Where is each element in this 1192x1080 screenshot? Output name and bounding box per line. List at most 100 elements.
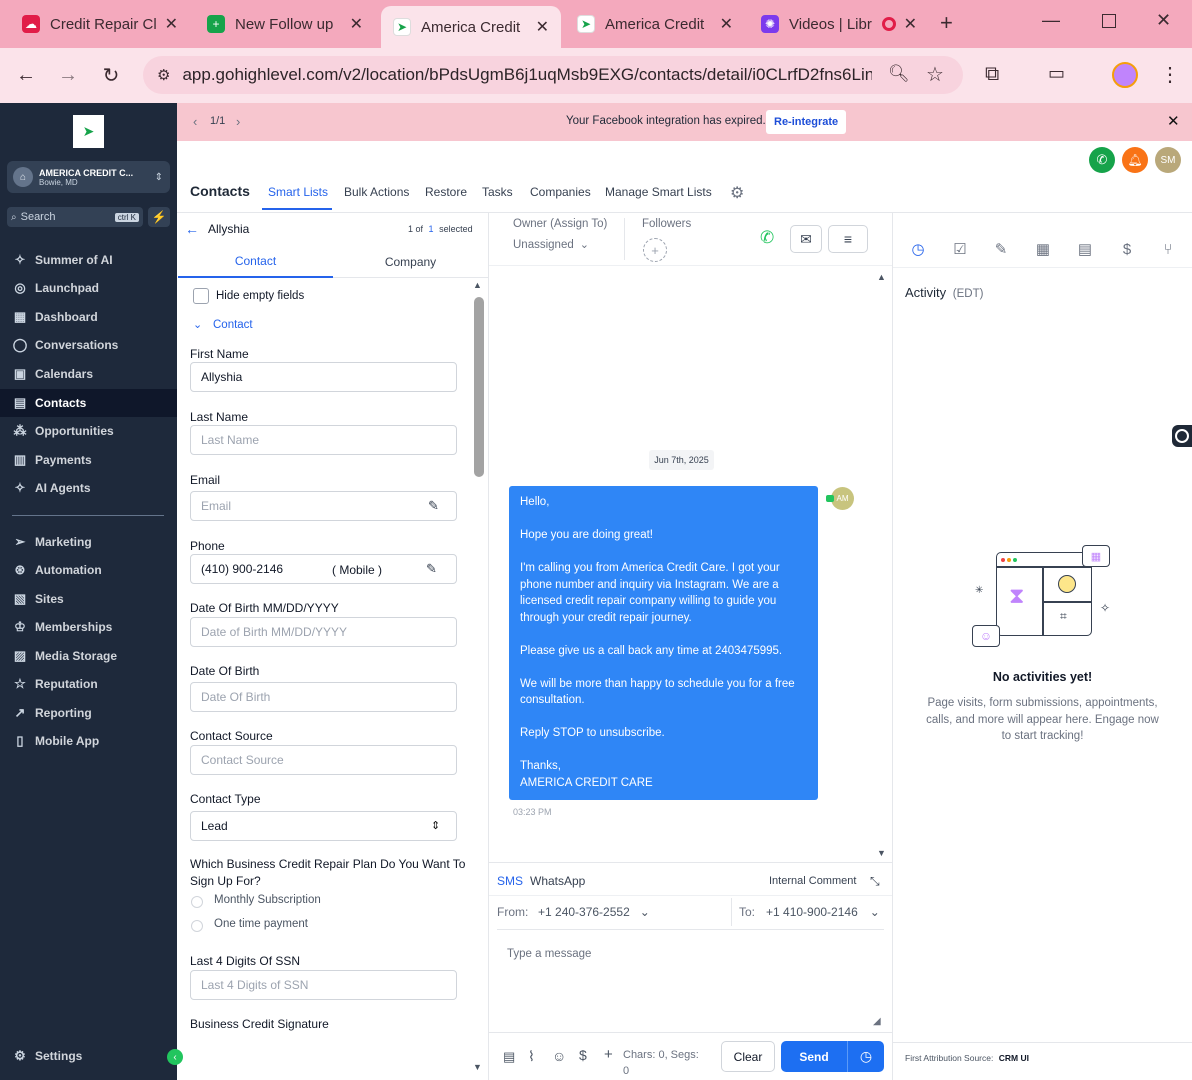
sidebar-item-media-storage[interactable]: ▨ Media Storage (0, 642, 177, 670)
template-icon[interactable]: ▤ (503, 1049, 515, 1065)
collapse-sidebar-icon[interactable]: ‹ (167, 1049, 183, 1065)
chevron-left-icon[interactable]: ‹ (193, 114, 197, 129)
phone-icon[interactable]: ✆ (1089, 147, 1115, 173)
tab-search-icon[interactable]: ▭ (1048, 63, 1065, 84)
pencil-icon[interactable]: ✎ (426, 561, 437, 577)
scroll-up-arrow[interactable]: ▲ (877, 272, 886, 282)
channel-sms[interactable]: SMS (497, 874, 523, 888)
browser-tab-videos[interactable]: ✺ Videos | Libr ✕ (749, 8, 929, 40)
sidebar-item-settings[interactable]: ⚙ Settings (0, 1042, 177, 1070)
browser-tab-credit-repair[interactable]: ☁ Credit Repair Cl ✕ (10, 8, 190, 40)
calendar-icon[interactable]: ▦ (1034, 240, 1052, 258)
contact-scrollbar-thumb[interactable] (474, 297, 484, 477)
tasks-check-icon[interactable]: ☑ (951, 240, 969, 258)
scroll-down-arrow[interactable]: ▼ (877, 848, 886, 858)
tab-manage-smart-lists[interactable]: Manage Smart Lists (605, 185, 712, 199)
tab-tasks[interactable]: Tasks (482, 185, 513, 199)
add-plus-icon[interactable]: + (604, 1046, 613, 1063)
minimize-icon[interactable]: — (1042, 10, 1060, 31)
tab-bulk-actions[interactable]: Bulk Actions (344, 185, 409, 199)
plan-radio-one-time[interactable] (191, 920, 203, 932)
browser-menu-icon[interactable]: ⋮ (1160, 62, 1180, 87)
search-input[interactable]: ⌕ Search ctrl K (7, 207, 143, 227)
sidebar-item-summer-of-ai[interactable]: ✧ Summer of AI (0, 246, 177, 274)
sidebar-item-memberships[interactable]: ♔ Memberships (0, 613, 177, 641)
hide-empty-checkbox[interactable] (193, 288, 209, 304)
emoji-icon[interactable]: ☺ (552, 1048, 566, 1064)
sidebar-item-conversations[interactable]: ◯ Conversations (0, 331, 177, 359)
browser-tab-follow-up[interactable]: + New Follow up ✕ (195, 8, 375, 40)
reload-icon[interactable]: ↻ (93, 57, 129, 93)
sidebar-item-dashboard[interactable]: ▦ Dashboard (0, 303, 177, 331)
tab-companies[interactable]: Companies (530, 185, 591, 199)
close-icon[interactable]: ✕ (720, 14, 733, 34)
sidebar-item-launchpad[interactable]: ◎ Launchpad (0, 274, 177, 302)
browser-tab-america-credit[interactable]: ➤ America Credit ✕ (565, 8, 745, 40)
sidebar-item-calendars[interactable]: ▣ Calendars (0, 360, 177, 388)
dob-field[interactable]: Date Of Birth (190, 682, 457, 712)
close-banner-icon[interactable]: ✕ (1167, 112, 1180, 130)
plan-radio-monthly[interactable] (191, 896, 203, 908)
sidebar-item-reputation[interactable]: ☆ Reputation (0, 670, 177, 698)
extensions-icon[interactable]: ⧉ (985, 63, 999, 86)
address-bar[interactable]: ⚙ app.gohighlevel.com/v2/location/bPdsUg… (143, 56, 963, 94)
send-button[interactable]: Send (781, 1041, 847, 1072)
last-name-field[interactable]: Last Name (190, 425, 457, 455)
email-envelope-icon[interactable]: ✉ (790, 225, 822, 253)
owner-dropdown[interactable]: Unassigned ⌄ (513, 238, 589, 252)
back-arrow-icon[interactable]: ← (185, 221, 199, 237)
tab-smart-lists[interactable]: Smart Lists (268, 185, 328, 199)
first-name-field[interactable]: Allyshia (190, 362, 457, 392)
attachment-icon[interactable]: ⌇ (528, 1048, 535, 1065)
internal-comment[interactable]: Internal Comment (769, 875, 856, 887)
schedule-clock-icon[interactable]: ◷ (847, 1041, 884, 1072)
bookmark-star-icon[interactable]: ☆ (926, 62, 944, 87)
sidebar-item-payments[interactable]: ▥ Payments (0, 446, 177, 474)
sidebar-item-contacts[interactable]: ▤ Contacts (0, 389, 177, 417)
back-arrow-icon[interactable]: ← (8, 57, 44, 93)
contact-type-select[interactable]: Lead ⇕ (190, 811, 457, 841)
sidebar-item-reporting[interactable]: ↗ Reporting (0, 699, 177, 727)
tab-restore[interactable]: Restore (425, 185, 467, 199)
filter-icon[interactable]: ≡ (828, 225, 868, 253)
message-input[interactable]: Type a message ◢ (497, 936, 884, 1029)
tab-contact[interactable]: Contact (178, 246, 333, 278)
sidebar-item-mobile-app[interactable]: ▯ Mobile App (0, 727, 177, 755)
section-contact[interactable]: Contact (213, 319, 253, 331)
zoom-icon[interactable]: 🔍︎ (888, 64, 910, 84)
profile-avatar[interactable] (1112, 62, 1138, 88)
workflow-icon[interactable]: ⑂ (1159, 240, 1177, 258)
ssn-field[interactable]: Last 4 Digits of SSN (190, 970, 457, 1000)
sidebar-item-opportunities[interactable]: ⁂ Opportunities (0, 417, 177, 445)
activity-clock-icon[interactable]: ◷ (909, 240, 927, 258)
from-number-select[interactable]: +1 240-376-2552 ⌄ (538, 905, 650, 919)
close-icon[interactable]: ✕ (165, 14, 178, 34)
contact-source-field[interactable]: Contact Source (190, 745, 457, 775)
reintegrate-button[interactable]: Re-integrate (766, 110, 847, 134)
close-icon[interactable]: ✕ (904, 14, 917, 34)
new-tab-plus-icon[interactable]: + (940, 10, 953, 36)
dollar-icon[interactable]: $ (579, 1047, 587, 1063)
document-icon[interactable]: ▤ (1076, 240, 1094, 258)
close-icon[interactable]: ✕ (536, 17, 549, 37)
dob-mmddyyyy-field[interactable]: Date of Birth MM/DD/YYYY (190, 617, 457, 647)
to-number-select[interactable]: +1 410-900-2146 ⌄ (766, 905, 880, 919)
call-phone-icon[interactable]: ✆ (760, 228, 774, 248)
sidebar-item-sites[interactable]: ▧ Sites (0, 585, 177, 613)
site-info-icon[interactable]: ⚙ (157, 66, 170, 84)
payment-dollar-icon[interactable]: $ (1118, 240, 1136, 258)
notes-pencil-icon[interactable]: ✎ (992, 240, 1010, 258)
close-icon[interactable]: ✕ (350, 14, 363, 34)
quick-action-bolt-icon[interactable]: ⚡ (148, 207, 170, 227)
user-avatar[interactable]: SM (1155, 147, 1181, 173)
email-field[interactable]: Email ✎ (190, 491, 457, 521)
resize-handle-icon[interactable]: ◢ (873, 1016, 881, 1027)
pencil-icon[interactable]: ✎ (428, 498, 439, 514)
collapse-icon[interactable]: ⤡ (870, 874, 880, 889)
scroll-up-arrow[interactable]: ▲ (473, 280, 482, 290)
chevron-right-icon[interactable]: › (236, 114, 240, 129)
floating-widget-icon[interactable] (1172, 425, 1192, 447)
account-switcher[interactable]: ⌂ AMERICA CREDIT C... Bowie, MD ⇕ (7, 161, 170, 193)
clear-button[interactable]: Clear (721, 1041, 775, 1072)
scroll-down-arrow[interactable]: ▼ (473, 1062, 482, 1072)
